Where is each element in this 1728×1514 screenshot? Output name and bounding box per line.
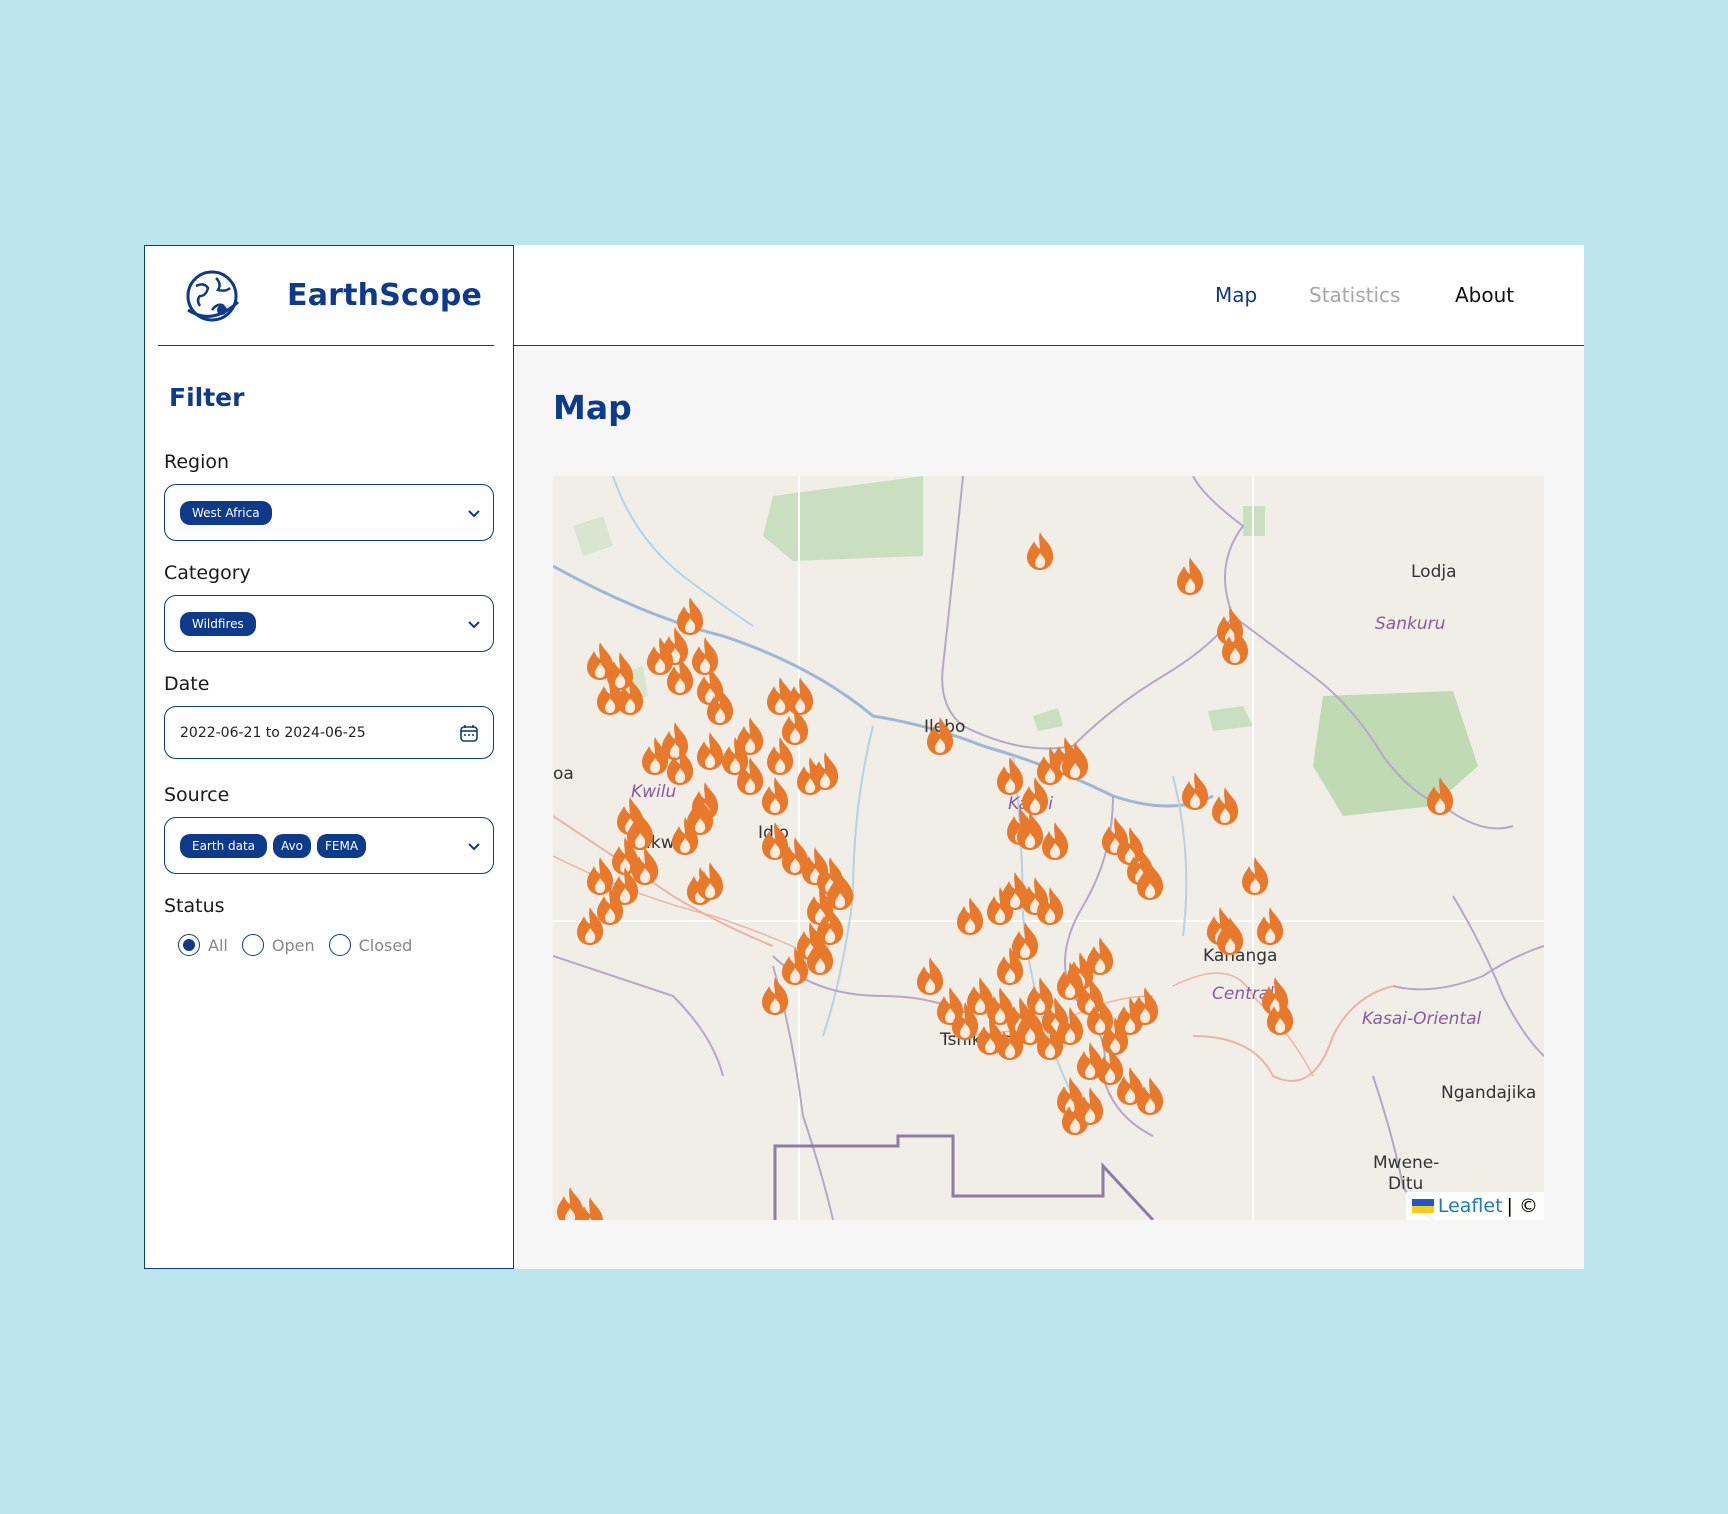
fire-icon[interactable]: [758, 976, 792, 1016]
fire-icon[interactable]: [1038, 821, 1072, 861]
fire-icon[interactable]: [953, 896, 987, 936]
fire-icon[interactable]: [1173, 556, 1207, 596]
fire-icon[interactable]: [1033, 1021, 1067, 1061]
ukraine-flag-icon: [1411, 1199, 1434, 1213]
status-radio-closed[interactable]: Closed: [328, 934, 413, 956]
source-chip[interactable]: Avo: [273, 833, 311, 858]
fire-icon[interactable]: [613, 676, 647, 716]
radio-button[interactable]: [178, 934, 200, 956]
fire-icon[interactable]: [1178, 771, 1212, 811]
category-select[interactable]: Wildfires: [164, 595, 494, 652]
status-radio-all[interactable]: All: [178, 934, 228, 956]
page-title: Map: [553, 388, 632, 427]
top-nav: Map Statistics About: [514, 245, 1584, 346]
fire-icon[interactable]: [763, 736, 797, 776]
source-select[interactable]: Earth data Avo FEMA: [164, 817, 494, 874]
fire-icon[interactable]: [923, 716, 957, 756]
fire-icon[interactable]: [1253, 906, 1287, 946]
fire-icon[interactable]: [1213, 916, 1247, 956]
category-chip[interactable]: Wildfires: [180, 611, 256, 636]
fire-icon[interactable]: [573, 906, 607, 946]
leaflet-link[interactable]: Leaflet: [1438, 1195, 1503, 1217]
content: Map Lodja Sankuru Kwilu Idio Kikwit Kana…: [514, 346, 1584, 1269]
region-select[interactable]: West Africa: [164, 484, 494, 541]
source-chip[interactable]: Earth data: [180, 833, 268, 858]
fire-icon[interactable]: [1238, 856, 1272, 896]
date-range-value: 2022-06-21 to 2024-06-25: [180, 724, 366, 741]
fire-icon[interactable]: [1423, 776, 1457, 816]
filter-title: Filter: [169, 383, 245, 412]
date-range-input[interactable]: 2022-06-21 to 2024-06-25: [164, 706, 494, 759]
fire-icon[interactable]: [1218, 626, 1252, 666]
status-label: Status: [164, 895, 225, 917]
sidebar: EarthScope Filter Region West Africa Cat…: [144, 245, 514, 1269]
map-label: Mwene-: [1373, 1153, 1440, 1173]
fire-icon[interactable]: [1023, 531, 1057, 571]
fire-icon[interactable]: [808, 751, 842, 791]
fire-icon[interactable]: [663, 746, 697, 786]
fire-icon[interactable]: [993, 946, 1027, 986]
fire-icon[interactable]: [1133, 861, 1167, 901]
chevron-down-icon: [468, 620, 480, 628]
brand-header: EarthScope: [158, 246, 494, 346]
attribution-text: | ©: [1506, 1195, 1538, 1217]
fire-icon[interactable]: [1128, 986, 1162, 1026]
map-label: Sankuru: [1375, 614, 1446, 634]
chevron-down-icon: [468, 509, 480, 517]
chevron-down-icon: [468, 842, 480, 850]
category-label: Category: [164, 562, 251, 584]
nav-about[interactable]: About: [1455, 283, 1514, 307]
fire-icon[interactable]: [1058, 741, 1092, 781]
fire-icon[interactable]: [1083, 936, 1117, 976]
app-window: EarthScope Filter Region West Africa Cat…: [144, 245, 1584, 1269]
brand-name: EarthScope: [287, 278, 483, 313]
radio-label: All: [208, 935, 228, 955]
main-area: Map Statistics About Map Lodja Sankuru K…: [514, 245, 1584, 1269]
region-chip[interactable]: West Africa: [180, 500, 272, 525]
fire-icon[interactable]: [1208, 786, 1242, 826]
map-label: Ngandajika: [1441, 1083, 1537, 1103]
radio-label: Closed: [358, 935, 413, 955]
radio-button[interactable]: [328, 934, 351, 956]
radio-button[interactable]: [241, 934, 264, 956]
radio-label: Open: [271, 935, 315, 955]
map-label: Lodja: [1411, 562, 1457, 582]
fire-icon[interactable]: [1033, 886, 1067, 926]
map-label: oa: [553, 764, 574, 784]
map-attribution: Leaflet | ©: [1405, 1192, 1544, 1220]
map-view[interactable]: Lodja Sankuru Ilebo Kwilu Idio Kikwit Ka…: [553, 476, 1544, 1220]
status-radio-open[interactable]: Open: [241, 934, 315, 956]
fire-icon[interactable]: [1263, 996, 1297, 1036]
globe-icon: [186, 270, 240, 321]
fire-icon[interactable]: [803, 936, 837, 976]
fire-icon[interactable]: [573, 1196, 607, 1220]
fire-icon[interactable]: [703, 686, 737, 726]
fire-icon[interactable]: [1133, 1076, 1167, 1116]
source-chip[interactable]: FEMA: [316, 833, 367, 858]
fire-icon[interactable]: [663, 656, 697, 696]
map-label: Ditu: [1388, 1174, 1424, 1194]
fire-icon[interactable]: [758, 776, 792, 816]
status-radio-group: All Open Closed: [178, 934, 412, 956]
fire-icon[interactable]: [1053, 961, 1087, 1001]
fire-icon[interactable]: [1073, 1086, 1107, 1126]
source-label: Source: [164, 784, 230, 806]
date-label: Date: [164, 673, 210, 695]
nav-statistics[interactable]: Statistics: [1309, 283, 1400, 307]
calendar-icon[interactable]: [459, 723, 479, 743]
fire-icon[interactable]: [693, 861, 727, 901]
fire-icon[interactable]: [668, 816, 702, 856]
map-label: Kasai-Oriental: [1362, 1009, 1482, 1029]
region-label: Region: [164, 451, 230, 473]
nav-map[interactable]: Map: [1215, 283, 1257, 307]
